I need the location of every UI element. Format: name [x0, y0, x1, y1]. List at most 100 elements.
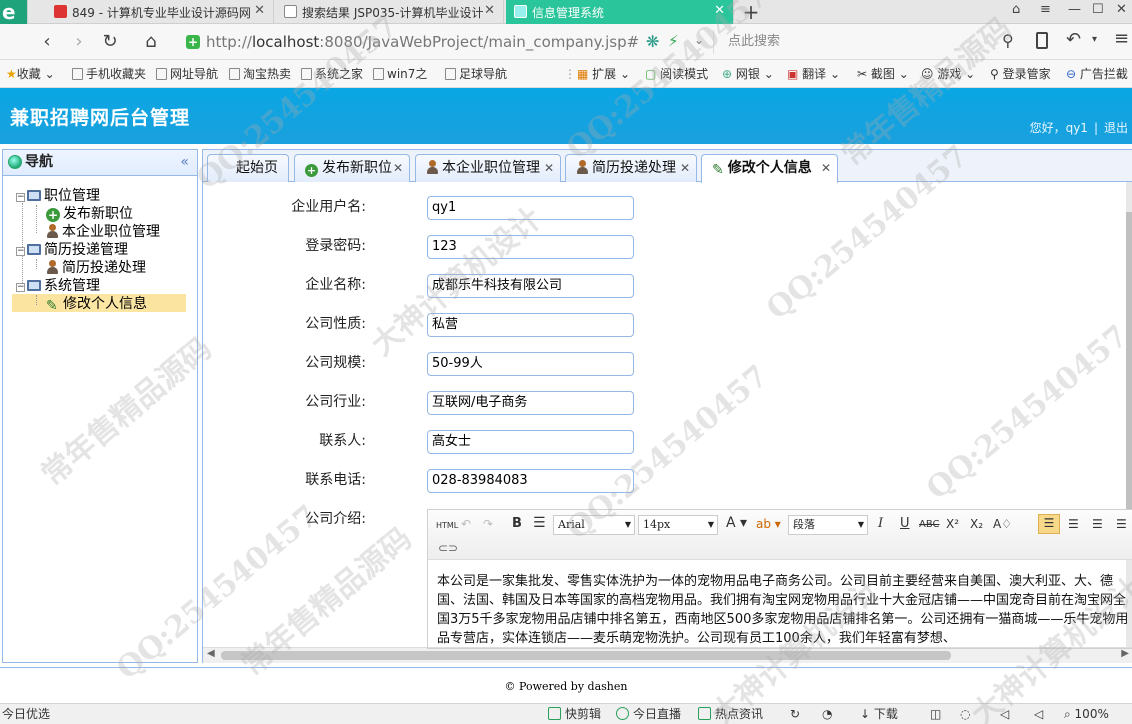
phone-field[interactable]: 028-83984083	[427, 469, 634, 493]
chevron-down-icon[interactable]: ▾	[1092, 34, 1097, 45]
scroll-right-icon[interactable]: ▶	[1121, 648, 1129, 659]
zoom-level[interactable]: ⌕ 100%	[1064, 706, 1109, 722]
bookmark-item[interactable]: 手机收藏夹	[72, 66, 146, 82]
collapse-icon[interactable]: «	[180, 150, 189, 175]
align-center-icon[interactable]: ☰	[1092, 516, 1103, 532]
bold-icon[interactable]: B	[512, 516, 522, 532]
superscript-icon[interactable]: X²	[946, 516, 959, 532]
tab-resume-processing[interactable]: 简历投递处理 ✕	[565, 154, 697, 182]
logout-link[interactable]: 退出	[1104, 121, 1128, 135]
close-tab-icon[interactable]: ✕	[393, 155, 403, 181]
close-tab-icon[interactable]: ✕	[714, 3, 725, 18]
bookmark-item[interactable]: 淘宝热卖	[229, 66, 291, 82]
close-window-icon[interactable]: ✕	[1116, 2, 1127, 17]
volume-icon[interactable]: ◁	[1000, 706, 1009, 722]
tree-item-publish-job[interactable]: + 发布新职位	[46, 205, 133, 223]
browser-tab-3[interactable]: 信息管理系统 ✕	[506, 0, 734, 24]
bookmark-translate[interactable]: ▣ 翻译 ⌄	[787, 66, 840, 82]
undo-icon[interactable]: ↶	[461, 516, 471, 532]
bookmark-item[interactable]: 网址导航	[156, 66, 218, 82]
maximize-icon[interactable]: ☐	[1092, 2, 1104, 17]
tab-edit-profile[interactable]: ✎ 修改个人信息 ✕	[701, 154, 838, 183]
contact-field[interactable]: 高女士	[427, 430, 634, 454]
tree-group-resume-management[interactable]: − 简历投递管理	[16, 241, 128, 259]
strikethrough-icon[interactable]: ABC	[919, 517, 940, 533]
bookmark-item[interactable]: win7之	[373, 66, 427, 82]
status-quick-edit[interactable]: 快剪辑	[548, 706, 601, 722]
bookmark-item[interactable]: 足球导航	[445, 66, 507, 82]
chevron-down-icon[interactable]: ⌄	[694, 33, 704, 47]
bookmark-item[interactable]: 系统之家	[301, 66, 363, 82]
status-download[interactable]: ↓ 下载	[860, 706, 898, 722]
password-field[interactable]: 123	[427, 235, 634, 259]
phone-icon[interactable]	[1036, 32, 1048, 49]
tree-group-system-management[interactable]: − 系统管理	[16, 277, 100, 295]
tree-group-job-management[interactable]: − 职位管理	[16, 187, 100, 205]
browser-icon[interactable]: ◫	[930, 706, 941, 722]
status-today-picks[interactable]: 今日优选	[2, 706, 50, 722]
align-right-icon[interactable]: ☰	[1068, 516, 1079, 532]
speaker-icon[interactable]: ◁	[1034, 706, 1043, 722]
industry-field[interactable]: 互联网/电子商务	[427, 391, 634, 415]
back-icon[interactable]: ‹	[36, 31, 58, 53]
bookmark-extensions[interactable]: ▦ 扩展 ⌄	[577, 66, 630, 82]
paragraph-select[interactable]: 段落 ▼	[788, 515, 868, 535]
undo-icon[interactable]: ↶	[1066, 29, 1081, 50]
collapse-toggle-icon[interactable]: −	[16, 247, 25, 256]
browser-tab-1[interactable]: 849 - 计算机专业毕业设计源码网 ✕	[46, 0, 274, 24]
tree-item-company-jobs[interactable]: 本企业职位管理	[46, 223, 160, 241]
speed-icon[interactable]: ◔	[822, 706, 832, 722]
tab-home[interactable]: 起始页	[207, 154, 289, 182]
forward-icon[interactable]: ›	[68, 31, 90, 53]
close-tab-icon[interactable]: ✕	[544, 155, 554, 181]
new-tab-button[interactable]: +	[736, 0, 766, 24]
refresh-icon[interactable]: ↻	[99, 31, 121, 53]
horizontal-scrollbar[interactable]: ◀ ▶	[203, 647, 1132, 663]
close-tab-icon[interactable]: ✕	[254, 3, 265, 18]
italic-icon[interactable]: I	[878, 516, 883, 532]
bookmark-games[interactable]: ☺ 游戏 ⌄	[921, 66, 975, 82]
menu-icon[interactable]: ≡	[1114, 28, 1129, 49]
bookmark-login[interactable]: ⚲ 登录管家	[990, 66, 1051, 82]
search-icon[interactable]: ⚲	[1002, 31, 1014, 50]
status-news[interactable]: 热点资讯	[698, 706, 763, 722]
tab-company-jobs[interactable]: 本企业职位管理 ✕	[415, 154, 561, 182]
format-icon[interactable]: ☰	[533, 515, 546, 531]
close-tab-icon[interactable]: ✕	[680, 155, 690, 181]
clear-format-icon[interactable]: A♢	[993, 516, 1012, 532]
align-justify-icon[interactable]: ☰	[1116, 516, 1127, 532]
lightning-icon[interactable]: ⚡	[668, 32, 679, 50]
close-tab-icon[interactable]: ✕	[821, 155, 831, 181]
home-icon[interactable]: ⌂	[140, 31, 162, 53]
scrollbar-thumb[interactable]	[1126, 212, 1132, 532]
bookmark-screenshot[interactable]: ✂ 截图 ⌄	[857, 66, 909, 82]
bookmark-adblock[interactable]: ⊖ 广告拦截	[1066, 66, 1128, 82]
redo-icon[interactable]: ↷	[483, 516, 493, 532]
highlight-icon[interactable]: ab ▾	[756, 516, 781, 532]
align-left-icon[interactable]: ☰	[1038, 514, 1060, 534]
refresh-icon[interactable]: ↻	[790, 706, 800, 722]
company-size-field[interactable]: 50-99人	[427, 352, 634, 376]
close-tab-icon[interactable]: ✕	[484, 3, 495, 18]
tree-item-resume-processing[interactable]: 简历投递处理	[46, 259, 146, 277]
link-icon[interactable]: ⊂⊃	[438, 540, 458, 556]
bookmark-reader[interactable]: ▢ 阅读模式	[645, 66, 708, 82]
underline-icon[interactable]: U	[900, 516, 910, 532]
bookmark-bank[interactable]: ⊕ 网银 ⌄	[722, 66, 774, 82]
editor-content[interactable]: 本公司是一家集批发、零售实体洗护为一体的宠物用品电子商务公司。公司目前主要经营来…	[428, 560, 1132, 648]
company-name-field[interactable]: 成都乐牛科技有限公司	[427, 274, 634, 298]
font-color-icon[interactable]: A ▾	[726, 515, 747, 531]
bookmark-favorites[interactable]: ★收藏 ⌄	[6, 66, 55, 82]
subscript-icon[interactable]: X₂	[970, 516, 983, 532]
search-input[interactable]: 点此搜索	[713, 30, 1021, 54]
username-field[interactable]: qy1	[427, 196, 634, 220]
speed-icon[interactable]: ❋	[646, 32, 659, 51]
company-nature-field[interactable]: 私营	[427, 313, 634, 337]
extension-icon[interactable]: ◌	[960, 706, 970, 722]
html-source-button[interactable]: HTML	[436, 518, 458, 534]
collapse-toggle-icon[interactable]: −	[16, 193, 25, 202]
collapse-toggle-icon[interactable]: −	[16, 283, 25, 292]
font-size-select[interactable]: 14px ▼	[638, 515, 718, 535]
scroll-left-icon[interactable]: ◀	[207, 648, 215, 659]
tab-publish-job[interactable]: + 发布新职位 ✕	[294, 154, 410, 182]
